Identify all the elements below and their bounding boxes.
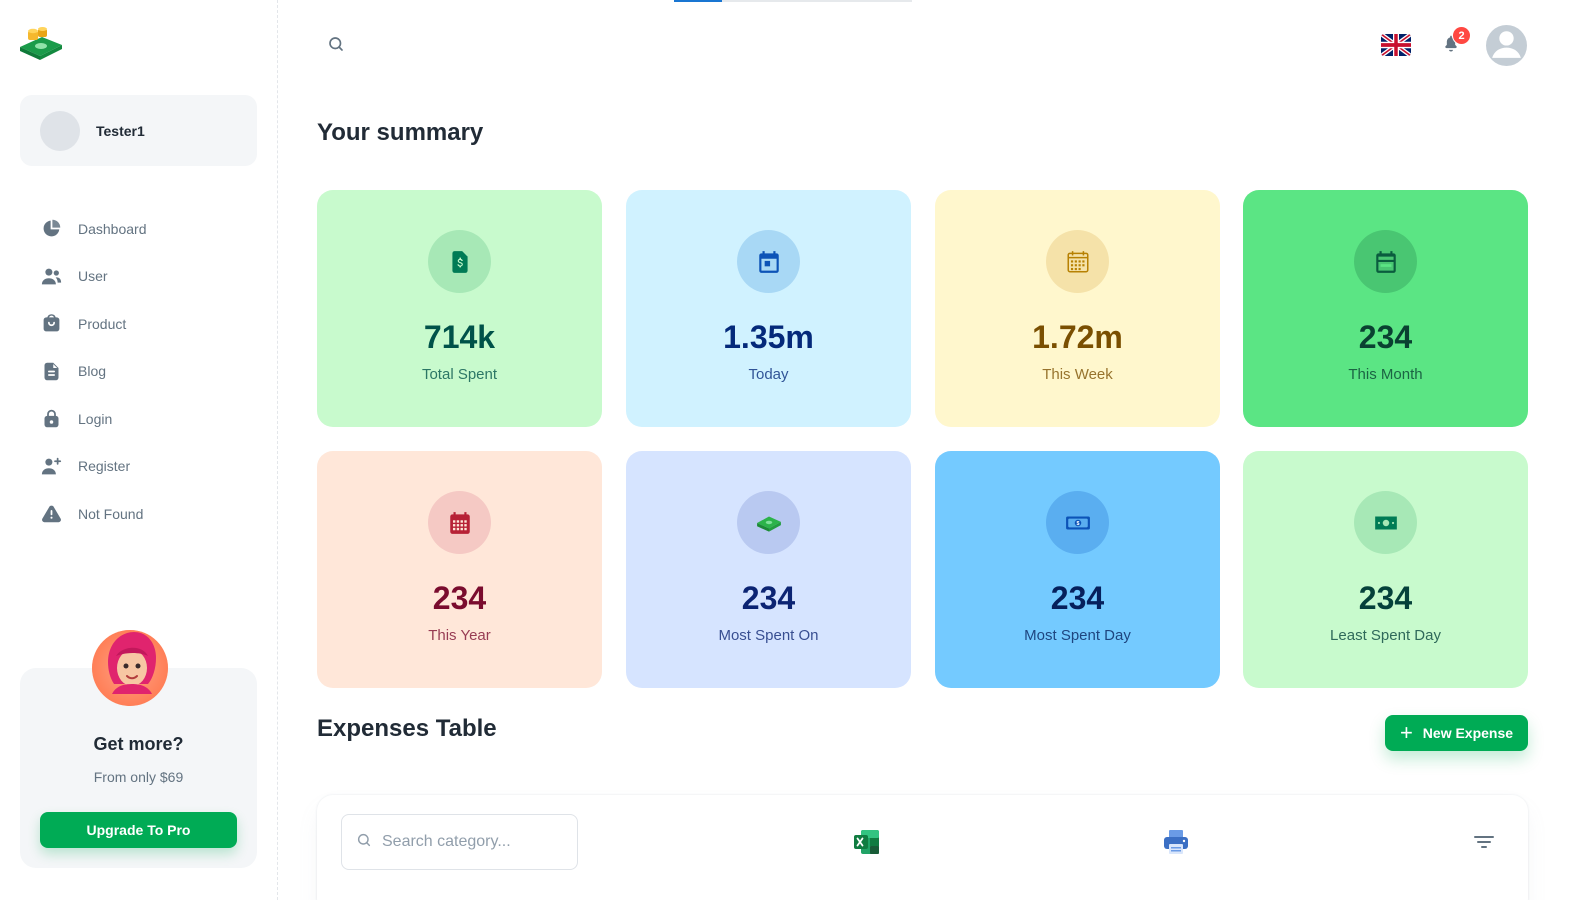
summary-card-most-spent-day: $234 Most Spent Day — [935, 451, 1220, 688]
summary-card-value: 234 — [741, 580, 796, 616]
search-button[interactable] — [318, 28, 354, 64]
filter-list-icon[interactable] — [1472, 830, 1496, 854]
summary-card-label: Least Spent Day — [1330, 627, 1441, 644]
summary-card-value: 234 — [1358, 580, 1413, 616]
promo-avatar-illustration — [92, 624, 170, 708]
svg-text:$: $ — [1076, 521, 1079, 527]
upgrade-to-pro-button[interactable]: Upgrade To Pro — [40, 812, 237, 848]
sidebar: Tester1 Dashboard User Product Blog Logi… — [0, 0, 278, 900]
search-icon — [327, 35, 345, 58]
shopping-bag-icon — [40, 313, 62, 335]
sidebar-item-product[interactable]: Product — [20, 300, 257, 348]
excel-export-icon[interactable] — [853, 828, 881, 856]
summary-card-most-spent-on: 234 Most Spent On — [626, 451, 911, 688]
plus-icon: + — [1399, 720, 1413, 745]
promo-title: Get more? — [93, 734, 184, 754]
category-search-input[interactable] — [382, 833, 562, 851]
page-title: Your summary — [317, 119, 484, 146]
sidebar-item-label: Not Found — [78, 505, 144, 522]
banknote-icon: $ — [1046, 491, 1109, 554]
search-icon — [356, 832, 372, 853]
summary-card-value: 234 — [1358, 319, 1413, 355]
summary-card-value: 234 — [432, 580, 487, 616]
summary-card-today: 1.35m Today — [626, 190, 911, 427]
new-expense-label: New Expense — [1422, 725, 1514, 741]
summary-card-label: This Month — [1348, 366, 1423, 383]
uk-flag-icon[interactable] — [1381, 34, 1411, 56]
calendar-year-icon — [428, 491, 491, 554]
new-expense-button[interactable]: + New Expense — [1385, 715, 1528, 751]
account-name: Tester1 — [96, 122, 145, 139]
upgrade-promo-card: Get more? From only $69 Upgrade To Pro — [20, 630, 257, 868]
sidebar-item-dashboard[interactable]: Dashboard — [20, 205, 257, 253]
cash-stack-icon — [737, 491, 800, 554]
account-avatar — [40, 110, 80, 151]
sidebar-item-register[interactable]: Register — [20, 443, 257, 491]
sidebar-item-label: Login — [78, 410, 113, 427]
sidebar-item-login[interactable]: Login — [20, 395, 257, 443]
expenses-table-title: Expenses Table — [317, 715, 497, 742]
summary-card-label: Total Spent — [421, 366, 498, 383]
print-icon[interactable] — [1162, 828, 1190, 856]
people-icon — [40, 265, 62, 287]
calendar-week-icon — [1046, 230, 1109, 293]
summary-card-value: 1.72m — [1032, 319, 1123, 355]
sidebar-item-label: Dashboard — [78, 220, 147, 237]
progress-fill — [674, 0, 722, 2]
expenses-table-card — [317, 795, 1528, 900]
sidebar-item-label: Blog — [78, 363, 107, 380]
summary-card-value: 1.35m — [723, 319, 814, 355]
person-add-icon — [40, 455, 62, 477]
calendar-day-icon — [737, 230, 800, 293]
sidebar-item-blog[interactable]: Blog — [20, 348, 257, 396]
user-avatar-button[interactable] — [1486, 25, 1527, 66]
summary-card-label: Most Spent On — [718, 627, 819, 644]
summary-card-label: This Year — [428, 627, 491, 644]
sidebar-item-not-found[interactable]: Not Found — [20, 490, 257, 538]
notification-count-badge: 2 — [1452, 26, 1471, 45]
summary-card-this-month: 234 This Month — [1243, 190, 1528, 427]
summary-card-value: 714k — [423, 319, 496, 355]
summary-card-total-spent: 714k Total Spent — [317, 190, 602, 427]
summary-card-label: Most Spent Day — [1024, 627, 1131, 644]
alert-triangle-icon — [40, 503, 62, 525]
user-avatar-icon — [1486, 25, 1527, 66]
summary-card-label: Today — [748, 366, 789, 383]
sidebar-item-label: Product — [78, 315, 127, 332]
sidebar-item-label: User — [78, 268, 108, 285]
summary-card-label: This Week — [1042, 366, 1113, 383]
summary-card-value: 234 — [1050, 580, 1105, 616]
sidebar-item-user[interactable]: User — [20, 253, 257, 301]
logo-icon[interactable] — [18, 25, 64, 65]
calendar-month-icon — [1354, 230, 1417, 293]
file-text-icon — [40, 360, 62, 382]
pie-chart-icon — [40, 218, 62, 240]
sidebar-item-label: Register — [78, 458, 131, 475]
category-search-field[interactable] — [341, 814, 578, 870]
summary-card-this-year: 234 This Year — [317, 451, 602, 688]
sidebar-nav: Dashboard User Product Blog Login Regist… — [20, 205, 257, 538]
money-document-icon — [428, 230, 491, 293]
page-progress-bar — [674, 0, 912, 2]
account-card[interactable]: Tester1 — [20, 95, 257, 166]
lock-icon — [40, 408, 62, 430]
summary-card-least-spent-day: 234 Least Spent Day — [1243, 451, 1528, 688]
promo-subtitle: From only $69 — [93, 769, 184, 785]
cash-icon — [1354, 491, 1417, 554]
summary-card-this-week: 1.72m This Week — [935, 190, 1220, 427]
